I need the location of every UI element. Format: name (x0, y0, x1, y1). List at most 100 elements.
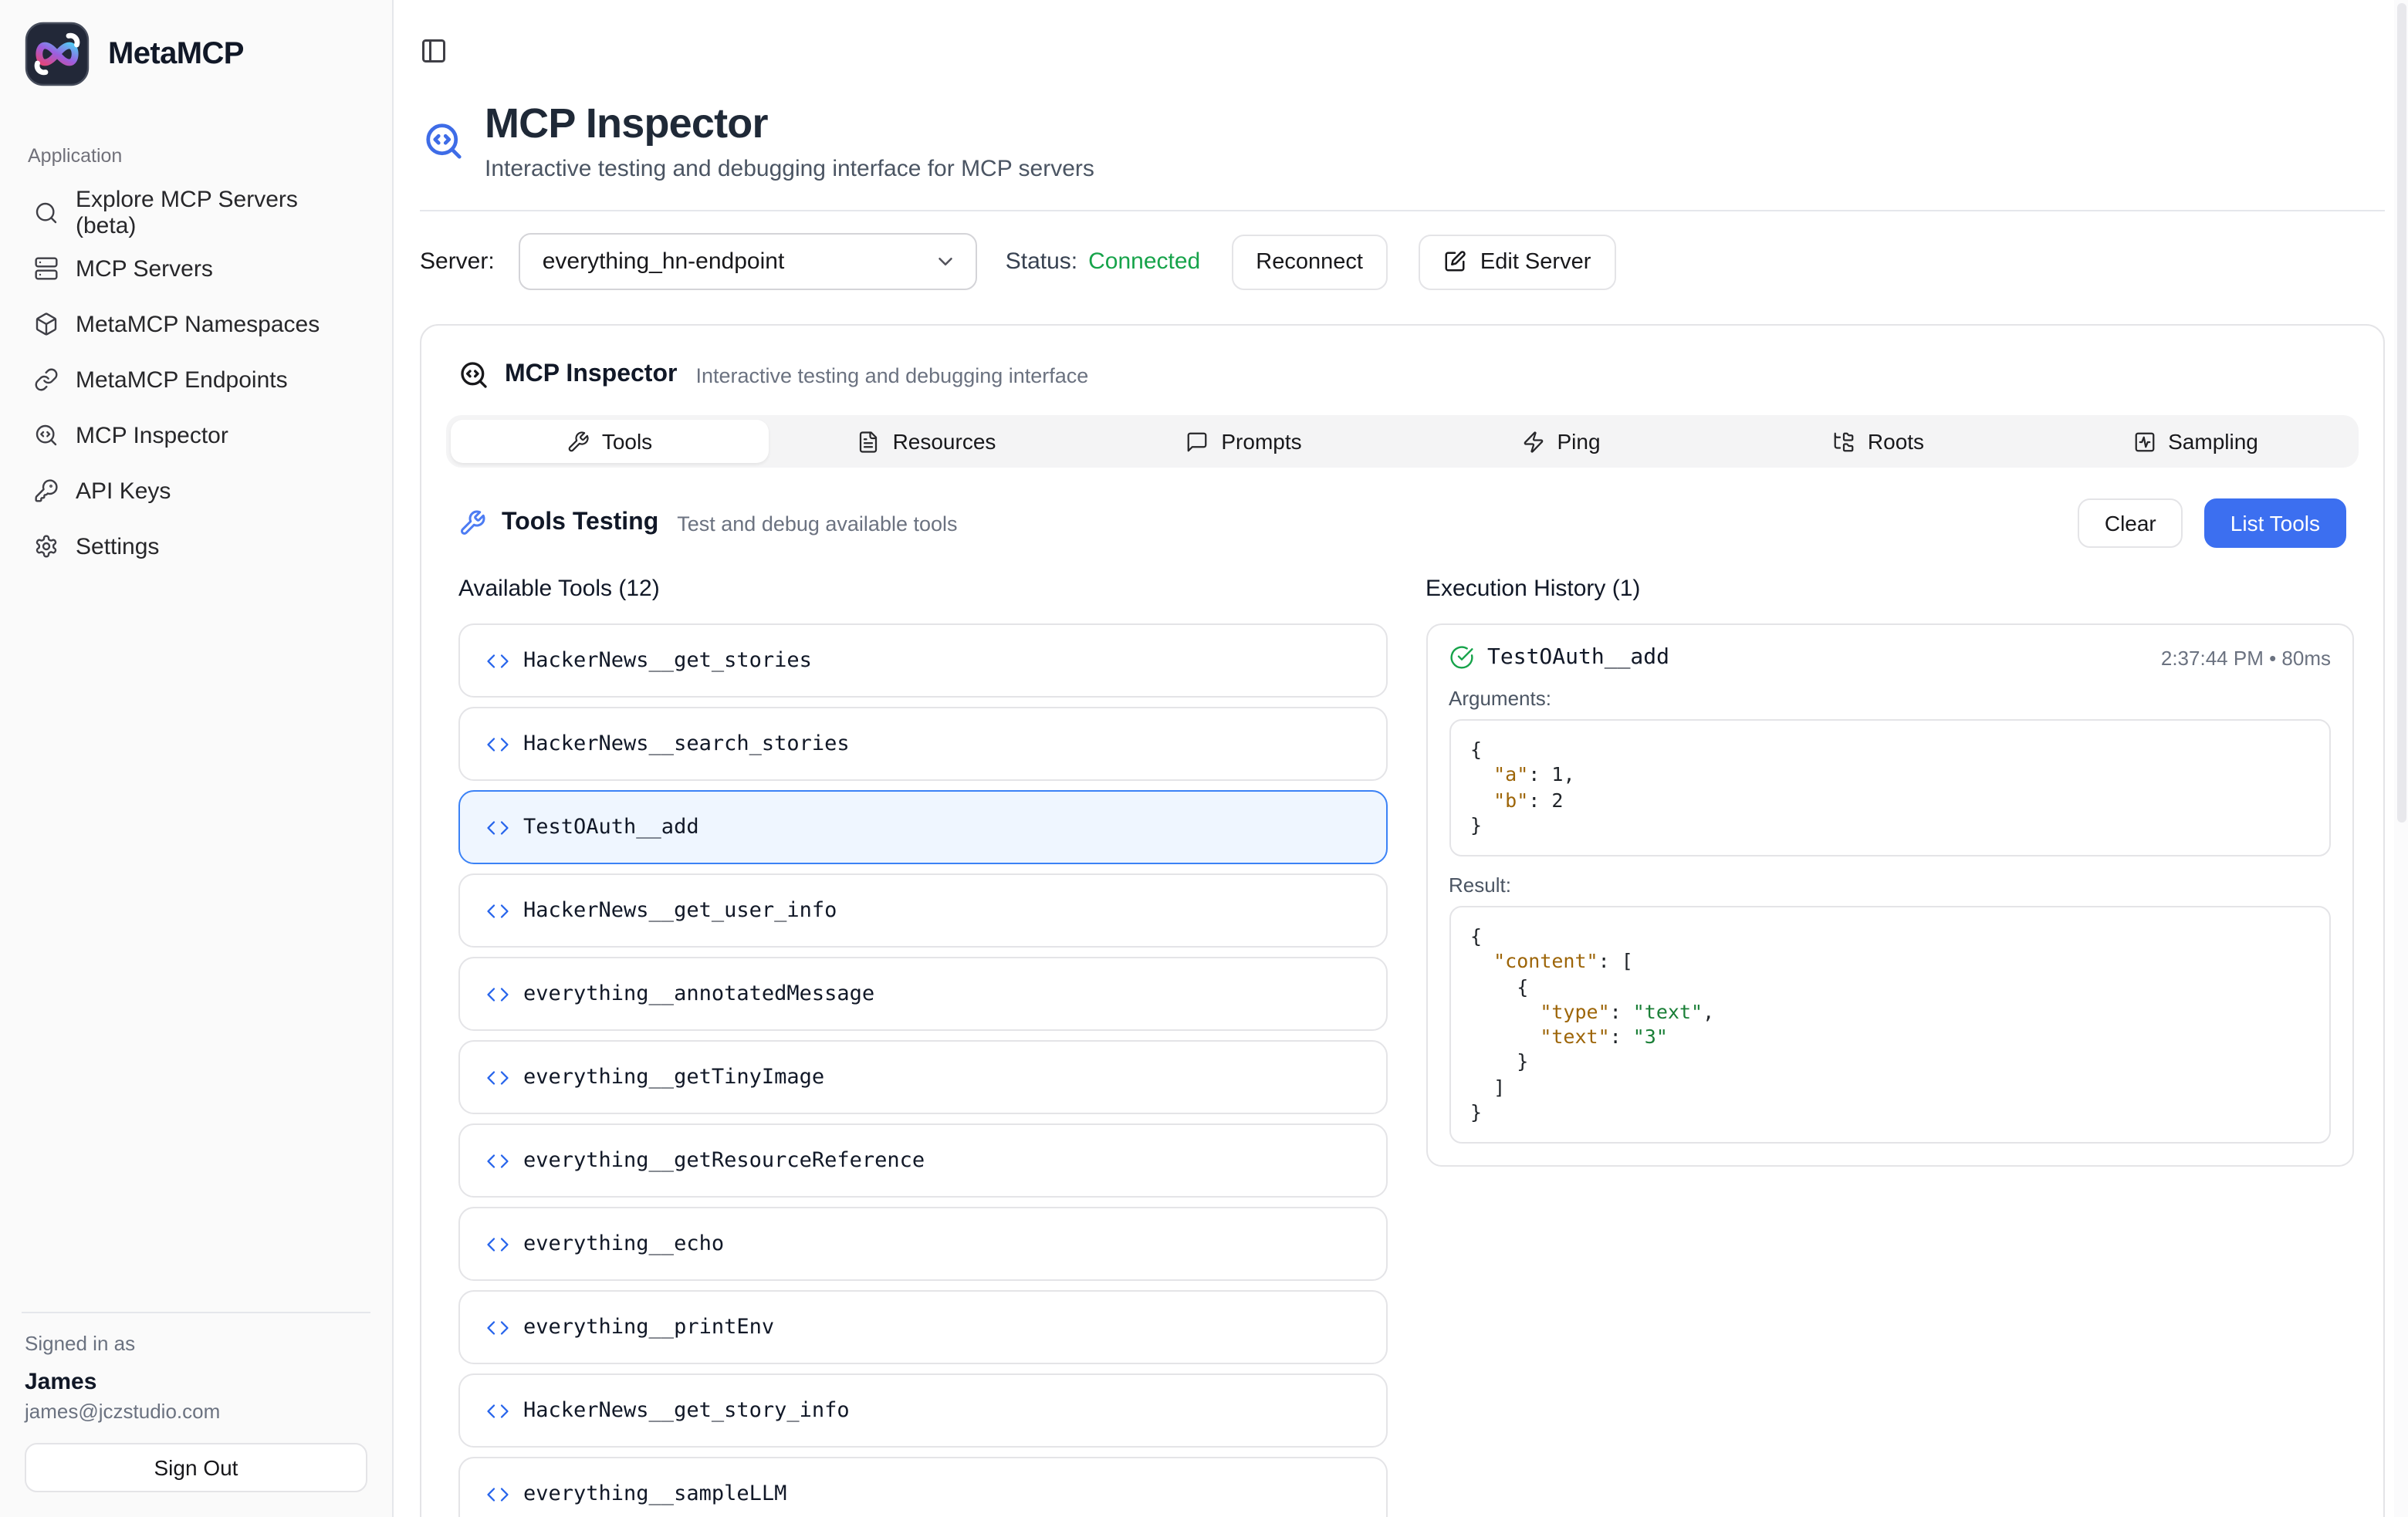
activity-square-icon (2132, 430, 2156, 453)
tool-item-everything-printenv[interactable]: everything__printEnv (458, 1290, 1387, 1364)
code-icon (486, 1399, 509, 1422)
code-icon (486, 1316, 509, 1339)
execution-entry-header: TestOAuth__add 2:37:44 PM • 80ms (1449, 645, 2331, 670)
inspector-title: MCP Inspector (505, 361, 677, 389)
key-icon (34, 478, 59, 503)
tool-name: everything__annotatedMessage (523, 981, 874, 1006)
sidebar-item-label: MetaMCP Endpoints (76, 367, 288, 393)
inspector-subtitle: Interactive testing and debugging interf… (695, 363, 1088, 387)
tool-item-testoauth-add[interactable]: TestOAuth__add (458, 790, 1387, 864)
code-icon (486, 649, 509, 672)
reconnect-button[interactable]: Reconnect (1231, 234, 1388, 289)
clear-button[interactable]: Clear (2078, 498, 2183, 548)
tools-actions: Clear List Tools (2078, 498, 2346, 548)
settings-icon (34, 534, 59, 559)
search-code-icon (34, 423, 59, 448)
sidebar-item-label: MetaMCP Namespaces (76, 311, 320, 337)
edit-server-button[interactable]: Edit Server (1419, 234, 1615, 289)
chevron-down-icon (935, 250, 958, 273)
tab-label: Tools (602, 429, 652, 454)
sidebar-item-metamcp-endpoints[interactable]: MetaMCP Endpoints (25, 352, 367, 407)
tab-label: Resources (893, 429, 996, 454)
arguments-label: Arguments: (1449, 687, 2331, 710)
main-content: MCP Inspector Interactive testing and de… (394, 0, 2408, 1517)
status-label: Status: (1006, 248, 1077, 275)
tool-name: everything__printEnv (523, 1315, 774, 1340)
code-icon (486, 899, 509, 922)
signed-in-as-label: Signed in as (25, 1332, 367, 1355)
code-icon (486, 1066, 509, 1089)
sign-out-button[interactable]: Sign Out (25, 1443, 367, 1492)
sidebar-item-metamcp-namespaces[interactable]: MetaMCP Namespaces (25, 296, 367, 352)
tool-name: everything__getTinyImage (523, 1065, 824, 1090)
file-text-icon (857, 430, 881, 453)
scrollbar-track[interactable] (2394, 0, 2408, 1517)
execution-tool-name: TestOAuth__add (1487, 645, 1669, 670)
status-value: Connected (1088, 248, 1200, 275)
page-header: MCP Inspector Interactive testing and de… (420, 99, 2385, 182)
sidebar-item-settings[interactable]: Settings (25, 519, 367, 574)
sidebar-section-label: Application (25, 145, 367, 167)
server-icon (34, 256, 59, 281)
footer-divider (22, 1312, 370, 1313)
server-select[interactable]: everything_hn-endpoint (519, 233, 978, 290)
tool-item-everything-annotatedmessage[interactable]: everything__annotatedMessage (458, 957, 1387, 1031)
link-icon (34, 367, 59, 392)
edit-server-label: Edit Server (1480, 249, 1591, 274)
tool-name: everything__getResourceReference (523, 1148, 925, 1173)
execution-history-heading: Execution History (1) (1426, 576, 2354, 602)
package-icon (34, 312, 59, 336)
page-subtitle: Interactive testing and debugging interf… (485, 156, 1094, 182)
server-select-value: everything_hn-endpoint (543, 248, 785, 275)
code-icon (486, 1149, 509, 1172)
sidebar-item-mcp-inspector[interactable]: MCP Inspector (25, 407, 367, 463)
sidebar-item-api-keys[interactable]: API Keys (25, 463, 367, 519)
tool-item-hackernews-get-stories[interactable]: HackerNews__get_stories (458, 623, 1387, 698)
tab-prompts[interactable]: Prompts (1085, 420, 1402, 463)
code-icon (486, 1232, 509, 1255)
sidebar-item-mcp-servers[interactable]: MCP Servers (25, 241, 367, 296)
tool-item-hackernews-search-stories[interactable]: HackerNews__search_stories (458, 707, 1387, 781)
tool-item-everything-gettinyimage[interactable]: everything__getTinyImage (458, 1040, 1387, 1114)
tool-item-everything-echo[interactable]: everything__echo (458, 1207, 1387, 1281)
sidebar-item-explore-mcp-servers-beta[interactable]: Explore MCP Servers (beta) (25, 185, 367, 241)
list-tools-button[interactable]: List Tools (2204, 498, 2346, 548)
zap-icon (1521, 430, 1544, 453)
tools-testing-header: Tools Testing Test and debug available t… (421, 468, 2383, 548)
user-email: james@jczstudio.com (25, 1400, 367, 1423)
execution-history-list: TestOAuth__add 2:37:44 PM • 80ms Argumen… (1426, 623, 2354, 1167)
tab-ping[interactable]: Ping (1402, 420, 1720, 463)
metamcp-logo-icon (25, 22, 90, 86)
result-json: { "content": [ { "type": "text", "text":… (1449, 906, 2331, 1144)
sidebar-footer: Signed in as James james@jczstudio.com S… (0, 1312, 392, 1517)
tool-item-hackernews-get-story-info[interactable]: HackerNews__get_story_info (458, 1373, 1387, 1448)
tool-item-hackernews-get-user-info[interactable]: HackerNews__get_user_info (458, 873, 1387, 948)
code-icon (486, 1482, 509, 1505)
scrollbar-thumb[interactable] (2396, 3, 2406, 823)
tab-label: Prompts (1221, 429, 1301, 454)
sidebar-item-label: Settings (76, 533, 159, 559)
sidebar-menu: Explore MCP Servers (beta)MCP Servers Met… (25, 185, 367, 574)
tab-tools[interactable]: Tools (451, 420, 768, 463)
tool-item-everything-getresourcereference[interactable]: everything__getResourceReference (458, 1123, 1387, 1198)
wrench-icon (566, 430, 590, 453)
tool-name: everything__echo (523, 1232, 724, 1256)
tool-name: HackerNews__search_stories (523, 731, 850, 756)
tab-resources[interactable]: Resources (768, 420, 1085, 463)
inspector-tabs: Tools Resources Prompts Ping Roots Sampling (446, 415, 2359, 468)
page-title: MCP Inspector (485, 99, 1094, 148)
header-divider (420, 210, 2385, 211)
tools-testing-subtitle: Test and debug available tools (677, 512, 957, 535)
execution-timestamp: 2:37:44 PM • 80ms (2161, 646, 2331, 669)
tab-label: Roots (1868, 429, 1924, 454)
tab-sampling[interactable]: Sampling (2037, 420, 2354, 463)
execution-entry: TestOAuth__add 2:37:44 PM • 80ms Argumen… (1426, 623, 2354, 1167)
tool-name: HackerNews__get_stories (523, 648, 812, 673)
sidebar: MetaMCP Application Explore MCP Servers … (0, 0, 394, 1517)
tool-item-everything-samplellm[interactable]: everything__sampleLLM (458, 1457, 1387, 1517)
edit-icon (1443, 250, 1466, 273)
sidebar-toggle-icon[interactable] (420, 37, 448, 65)
user-name: James (25, 1369, 367, 1395)
tab-roots[interactable]: Roots (1720, 420, 2037, 463)
sidebar-item-label: MCP Inspector (76, 422, 228, 448)
